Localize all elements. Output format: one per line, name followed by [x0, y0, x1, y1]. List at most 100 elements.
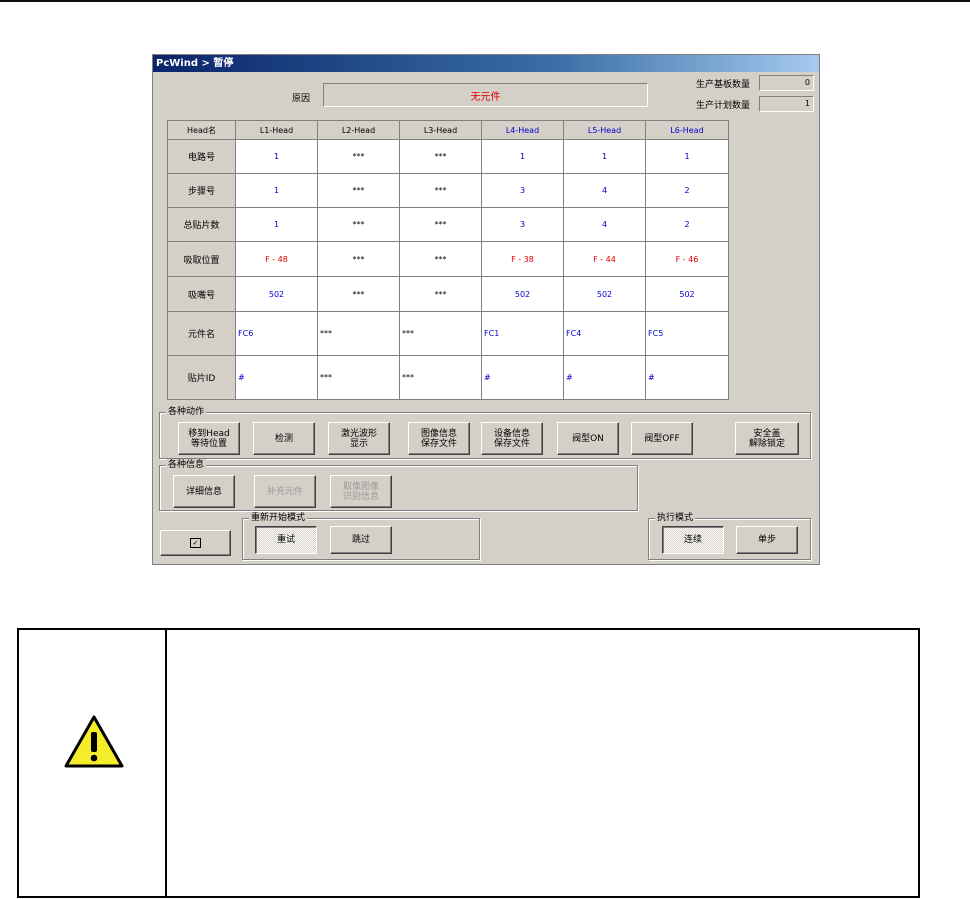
plan-count-value: 1	[759, 96, 814, 112]
reason-value: 无元件	[323, 83, 648, 107]
table-cell: 1	[235, 173, 318, 208]
table-cell: 3	[481, 173, 564, 208]
safety-cover-unlock-button[interactable]: 安全盖 解除锁定	[735, 422, 799, 455]
board-count-value: 0	[759, 75, 814, 91]
row-label: 吸取位置	[167, 241, 236, 277]
table-cell: 502	[235, 276, 318, 312]
table-cell: 2	[645, 207, 729, 242]
table-row: 吸取位置 F - 48 *** *** F - 38 F - 44 F - 46	[167, 241, 729, 277]
single-step-button[interactable]: 单步	[736, 526, 798, 554]
top-rule	[0, 0, 970, 2]
window-title: PcWind > 暂停	[153, 55, 819, 72]
table-cell: 502	[645, 276, 729, 312]
detail-info-button[interactable]: 详细信息	[173, 475, 235, 508]
row-label: 贴片ID	[167, 355, 236, 400]
table-row: 吸嘴号 502 *** *** 502 502 502	[167, 276, 729, 312]
table-cell: ***	[317, 355, 400, 400]
check-icon: ✓	[190, 538, 201, 548]
table-cell: FC5	[645, 311, 729, 356]
laser-waveform-button[interactable]: 激光波形 显示	[328, 422, 390, 455]
button-label: 安全盖	[753, 428, 781, 439]
table-cell: 1	[481, 139, 564, 174]
table-cell: 1	[563, 139, 646, 174]
exec-mode-group: 执行模式 连续 单步	[648, 512, 811, 560]
table-cell: 4	[563, 207, 646, 242]
table-cell: 1	[235, 207, 318, 242]
table-cell: ***	[317, 311, 400, 356]
table-cell: 2	[645, 173, 729, 208]
valve-off-button[interactable]: 阀型OFF	[631, 422, 693, 455]
skip-button[interactable]: 跳过	[330, 526, 392, 554]
grid-corner: Head名	[167, 120, 236, 140]
table-cell: ***	[317, 207, 400, 242]
row-label: 步骤号	[167, 173, 236, 208]
table-cell: 4	[563, 173, 646, 208]
board-count-label: 生产基板数量	[696, 80, 751, 90]
warning-triangle-icon	[63, 714, 125, 770]
table-cell: FC4	[563, 311, 646, 356]
table-cell: FC1	[481, 311, 564, 356]
row-label: 元件名	[167, 311, 236, 356]
head-status-grid: Head名 L1-Head L2-Head L3-Head L4-Head L5…	[167, 120, 729, 400]
table-row: 元件名 FC6 *** *** FC1 FC4 FC5	[167, 311, 729, 356]
button-label: 显示	[349, 438, 368, 449]
move-head-button[interactable]: 移到Head 等待位置	[178, 422, 240, 455]
save-device-info-button[interactable]: 设备信息 保存文件	[481, 422, 543, 455]
column-header: L2-Head	[317, 120, 400, 140]
button-label: 设备信息	[493, 428, 530, 439]
column-header: L4-Head	[481, 120, 564, 140]
confirm-check-button[interactable]: ✓	[160, 530, 231, 556]
table-cell: 1	[645, 139, 729, 174]
table-cell: F - 48	[235, 241, 318, 277]
actions-group-title: 各种动作	[166, 406, 207, 418]
table-row: 电路号 1 *** *** 1 1 1	[167, 139, 729, 174]
plan-count-label: 生产计划数量	[696, 101, 751, 111]
table-cell: #	[481, 355, 564, 400]
supply-component-button[interactable]: 补充元件	[254, 475, 316, 508]
button-label: 解除锁定	[748, 438, 785, 449]
table-cell: ***	[399, 139, 482, 174]
table-cell: #	[235, 355, 318, 400]
button-label: 取像图像	[342, 481, 379, 492]
actions-group: 各种动作 移到Head 等待位置 检测 激光波形 显示 图像信息 保存文件 设备…	[159, 406, 811, 459]
button-label: 保存文件	[420, 438, 457, 449]
table-row: 贴片ID # *** *** # # #	[167, 355, 729, 400]
column-header: L6-Head	[645, 120, 729, 140]
table-row: 步骤号 1 *** *** 3 4 2	[167, 173, 729, 208]
table-cell: F - 38	[481, 241, 564, 277]
table-cell: 3	[481, 207, 564, 242]
button-label: 保存文件	[493, 438, 530, 449]
table-row: 总贴片数 1 *** *** 3 4 2	[167, 207, 729, 242]
info-group-title: 各种信息	[166, 459, 207, 471]
table-cell: 1	[235, 139, 318, 174]
button-label: 识别信息	[342, 491, 379, 502]
table-cell: #	[563, 355, 646, 400]
reason-label: 原因	[292, 94, 311, 104]
restart-mode-group: 重新开始模式 重试 跳过	[242, 512, 480, 560]
button-label: 等待位置	[190, 438, 227, 449]
warning-box	[17, 628, 920, 898]
save-image-info-button[interactable]: 图像信息 保存文件	[408, 422, 470, 455]
row-label: 电路号	[167, 139, 236, 174]
column-header: L5-Head	[563, 120, 646, 140]
column-header: L3-Head	[399, 120, 482, 140]
button-label: 图像信息	[420, 428, 457, 439]
retry-button[interactable]: 重试	[255, 526, 317, 554]
table-cell: #	[645, 355, 729, 400]
info-group: 各种信息 详细信息 补充元件 取像图像 识别信息	[159, 459, 638, 511]
detect-button[interactable]: 检测	[253, 422, 315, 455]
valve-on-button[interactable]: 阀型ON	[557, 422, 619, 455]
warning-divider	[165, 630, 167, 896]
table-cell: 502	[563, 276, 646, 312]
table-cell: ***	[317, 241, 400, 277]
table-cell: ***	[399, 207, 482, 242]
button-label: 激光波形	[340, 428, 377, 439]
recognition-info-button[interactable]: 取像图像 识别信息	[330, 475, 392, 508]
table-cell: F - 46	[645, 241, 729, 277]
table-cell: ***	[399, 355, 482, 400]
table-cell: F - 44	[563, 241, 646, 277]
table-cell: ***	[317, 276, 400, 312]
continuous-button[interactable]: 连续	[662, 526, 724, 554]
table-cell: ***	[317, 139, 400, 174]
button-label: 移到Head	[188, 428, 230, 439]
